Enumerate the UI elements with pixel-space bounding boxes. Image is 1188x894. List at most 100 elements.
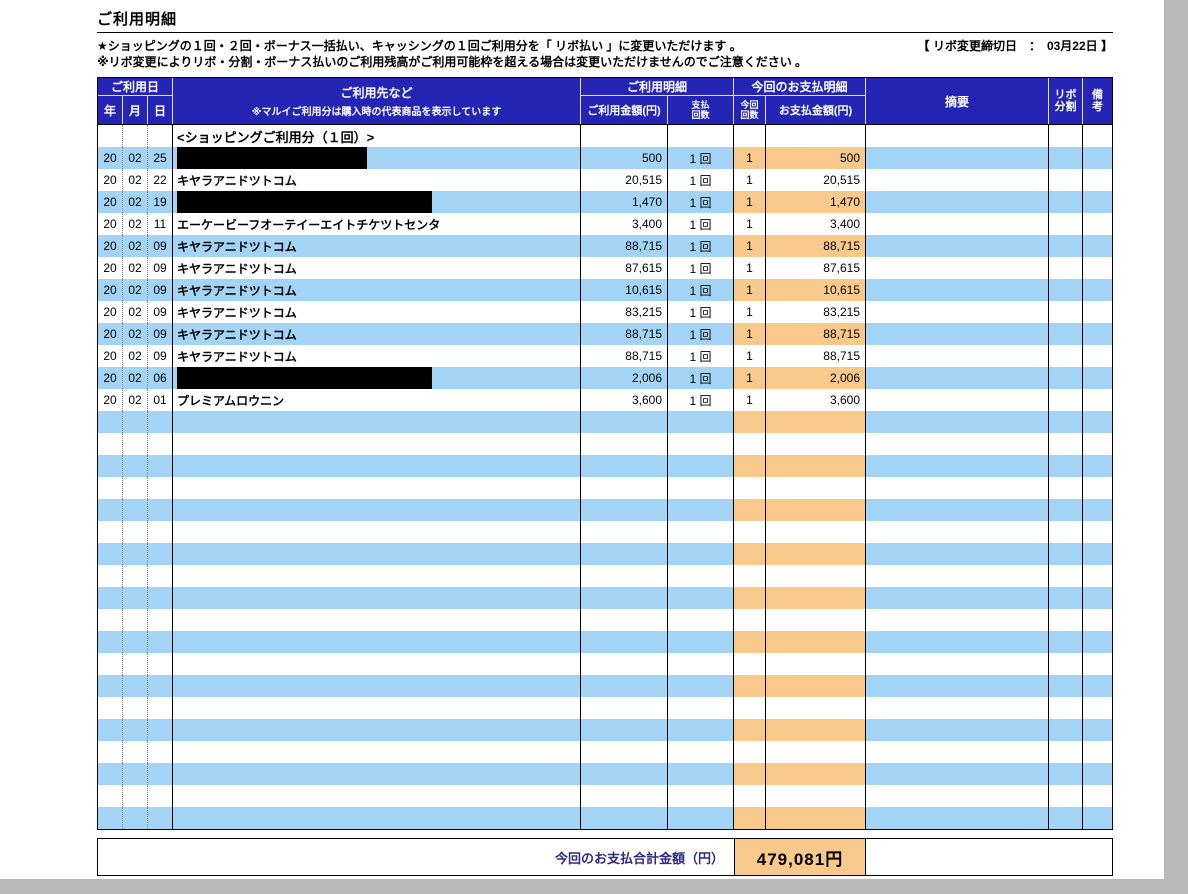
empty-row [98,499,1112,521]
empty-row [98,785,1112,807]
remarks-cell [1083,609,1112,631]
revo-split-cell [1049,125,1083,147]
summary-cell [866,169,1049,191]
revo-split-cell [1049,169,1083,191]
date-day-cell [148,477,173,499]
transaction-row: 20 02 22 キヤラアニドツトコム 20,515 1 回 1 20,515 [98,169,1112,191]
summary-cell [866,675,1049,697]
pay-count-cell: 1 回 [668,279,734,301]
date-month-cell: 02 [123,191,148,213]
usage-amount-cell: 20,515 [581,169,668,191]
summary-cell [866,543,1049,565]
usage-amount-cell [581,565,668,587]
summary-cell [866,609,1049,631]
merchant-cell [173,565,581,587]
date-month-cell [123,411,148,433]
usage-amount-cell: 3,400 [581,213,668,235]
merchant-cell: <ショッピングご利用分（１回）> [173,125,581,147]
header-remarks: 備考 [1083,78,1112,124]
merchant-cell [173,499,581,521]
payment-amount-cell: 88,715 [766,235,866,257]
remarks-cell [1083,719,1112,741]
date-day-cell [148,807,173,829]
usage-amount-cell [581,543,668,565]
summary-cell [866,257,1049,279]
merchant-cell [173,147,581,169]
payment-amount-cell: 83,215 [766,301,866,323]
date-day-cell [148,455,173,477]
summary-cell [866,807,1049,829]
current-count-cell [734,807,766,829]
transaction-row: 20 02 11 エーケービーフオーテイーエイトチケツトセンタ 3,400 1 回 1 3,4… [98,213,1112,235]
empty-row [98,521,1112,543]
header-usage-amount: ご利用金額(円) [581,96,668,124]
current-count-cell [734,433,766,455]
pay-count-cell [668,477,734,499]
date-day-cell [148,499,173,521]
payment-amount-cell [766,455,866,477]
redacted-merchant [177,191,432,213]
pay-count-cell [668,785,734,807]
revo-split-cell [1049,345,1083,367]
current-count-cell: 1 [734,147,766,169]
merchant-cell: キヤラアニドツトコム [173,301,581,323]
date-month-cell [123,543,148,565]
summary-cell [866,213,1049,235]
total-amount: 479,081円 [734,839,866,875]
current-count-cell [734,587,766,609]
revo-split-cell [1049,389,1083,411]
date-month-cell [123,631,148,653]
redacted-merchant [177,367,432,389]
empty-row [98,653,1112,675]
date-year-cell: 20 [98,235,123,257]
date-year-cell [98,807,123,829]
remarks-cell [1083,345,1112,367]
pay-count-cell [668,433,734,455]
summary-cell [866,433,1049,455]
merchant-cell: キヤラアニドツトコム [173,235,581,257]
pay-count-cell: 1 回 [668,169,734,191]
revo-split-cell [1049,433,1083,455]
payment-amount-cell [766,631,866,653]
revo-split-cell [1049,653,1083,675]
summary-cell [866,587,1049,609]
summary-cell [866,301,1049,323]
date-month-cell [123,433,148,455]
revo-split-cell [1049,191,1083,213]
usage-amount-cell [581,587,668,609]
date-month-cell [123,697,148,719]
payment-amount-cell: 88,715 [766,345,866,367]
redacted-merchant [177,147,367,169]
date-year-cell [98,609,123,631]
section-label: <ショッピングご利用分（１回）> [177,129,375,145]
usage-amount-cell [581,719,668,741]
date-day-cell [148,763,173,785]
notice-block: ★ショッピングの１回・２回・ボーナス一括払い、キャッシングの１回ご利用分を「 リ… [97,38,1113,70]
payment-amount-cell [766,521,866,543]
payment-amount-cell [766,741,866,763]
summary-cell [866,741,1049,763]
date-year-cell: 20 [98,147,123,169]
current-count-cell: 1 [734,301,766,323]
transaction-row: 20 02 19 1,470 1 回 1 1,470 [98,191,1112,213]
payment-amount-cell: 20,515 [766,169,866,191]
usage-amount-cell: 88,715 [581,323,668,345]
table-body: <ショッピングご利用分（１回）> 20 02 25 500 1 回 1 500 20 02 22 キヤ… [98,125,1112,829]
usage-amount-cell [581,125,668,147]
revo-split-cell [1049,323,1083,345]
remarks-cell [1083,191,1112,213]
current-count-cell: 1 [734,191,766,213]
date-day-cell [148,697,173,719]
revo-split-cell [1049,565,1083,587]
transaction-row: 20 02 06 2,006 1 回 1 2,006 [98,367,1112,389]
notice-line-1: ★ショッピングの１回・２回・ボーナス一括払い、キャッシングの１回ご利用分を「 リ… [97,38,1113,54]
payment-amount-cell [766,565,866,587]
current-count-cell [734,543,766,565]
usage-amount-cell: 83,215 [581,301,668,323]
transaction-row: 20 02 09 キヤラアニドツトコム 88,715 1 回 1 88,715 [98,323,1112,345]
usage-amount-cell: 88,715 [581,235,668,257]
remarks-cell [1083,147,1112,169]
statement-content: ご利用明細 ★ショッピングの１回・２回・ボーナス一括払い、キャッシングの１回ご利… [97,0,1113,876]
date-year-cell: 20 [98,301,123,323]
usage-amount-cell [581,807,668,829]
